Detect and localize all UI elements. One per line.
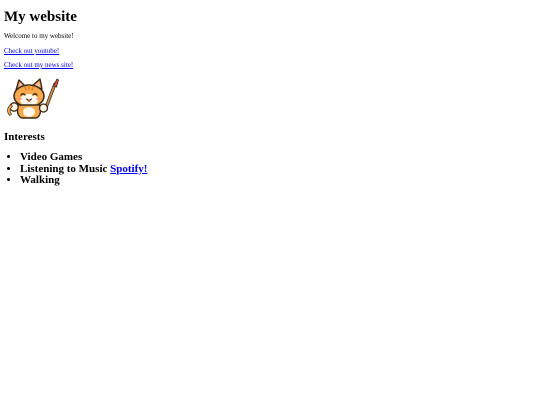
news-site-link[interactable]: Check out my news site! bbox=[4, 61, 73, 70]
interests-list: Video Games Listening to Music Spotify! … bbox=[4, 151, 147, 187]
welcome-text: Welcome to my website! bbox=[4, 32, 74, 40]
spotify-link[interactable]: Spotify! bbox=[110, 163, 147, 175]
page-title: My website bbox=[4, 9, 77, 25]
list-item: Walking bbox=[20, 174, 147, 187]
interests-heading: Interests bbox=[4, 131, 45, 143]
interest-label: Listening to Music bbox=[20, 162, 108, 175]
cat-mascot-image bbox=[7, 78, 59, 119]
interest-label: Walking bbox=[20, 174, 60, 186]
interest-label: Video Games bbox=[20, 151, 83, 163]
youtube-link[interactable]: Check out youtube! bbox=[4, 47, 59, 56]
